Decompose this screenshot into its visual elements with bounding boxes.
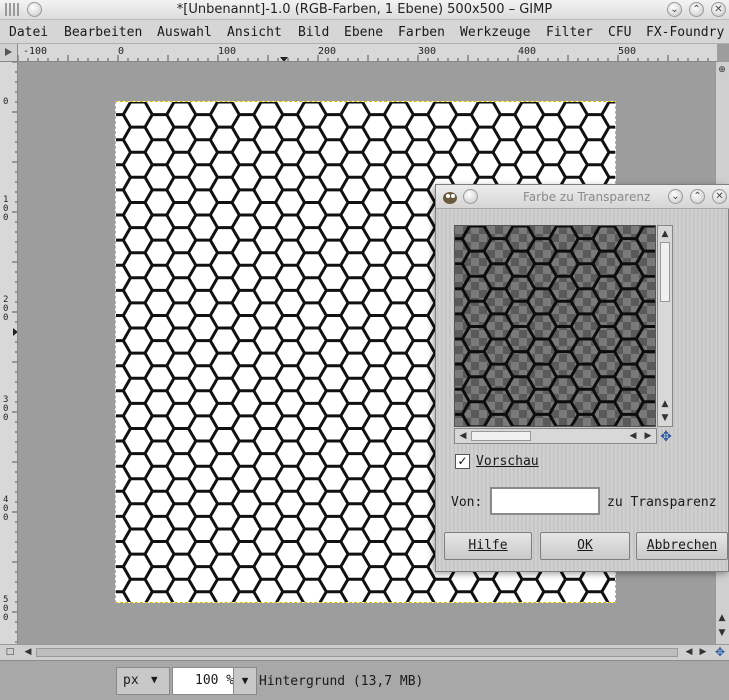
navigate-icon[interactable]: ⊕ bbox=[716, 64, 728, 76]
preview-horizontal-scrollbar[interactable]: ◀ ◀ ▶ bbox=[454, 428, 657, 444]
horizontal-ruler[interactable]: -100 0 100 200 300 400 500 bbox=[18, 44, 717, 62]
scroll-left-arrow-icon[interactable]: ◀ bbox=[683, 646, 695, 658]
menu-ebene[interactable]: Ebene bbox=[344, 25, 383, 40]
vertical-ruler-ticks: 0100200300400500 bbox=[3, 62, 17, 643]
hruler-label: 500 bbox=[618, 46, 636, 57]
menu-bild[interactable]: Bild bbox=[298, 25, 329, 40]
scroll-left-arrow-icon[interactable]: ◀ bbox=[627, 430, 639, 442]
menu-cfu[interactable]: CFU bbox=[608, 25, 631, 40]
menubar: Datei Bearbeiten Auswahl Ansicht Bild Eb… bbox=[0, 20, 729, 44]
hruler-label: 300 bbox=[418, 46, 436, 57]
zoom-select[interactable]: 100 % ▼ bbox=[172, 667, 257, 695]
to-transparency-label: zu Transparenz bbox=[607, 495, 717, 510]
scroll-right-arrow-icon[interactable]: ▶ bbox=[642, 430, 654, 442]
unit-value: px bbox=[123, 673, 139, 688]
preview-area[interactable] bbox=[454, 225, 656, 427]
preview-checkbox[interactable]: ✓ bbox=[455, 454, 470, 469]
scroll-up-arrow-icon[interactable]: ▲ bbox=[716, 612, 728, 624]
dialog-close-icon[interactable]: ✕ bbox=[712, 189, 727, 204]
minimize-chevron-down-icon[interactable]: ⌄ bbox=[667, 2, 682, 17]
quick-mask-icon[interactable]: □ bbox=[4, 646, 16, 658]
scroll-down-arrow-icon[interactable]: ▼ bbox=[716, 627, 728, 639]
hruler-label: 200 bbox=[318, 46, 336, 57]
window-titlebar: *[Unbenannt]-1.0 (RGB-Farben, 1 Ebene) 5… bbox=[0, 0, 729, 20]
cancel-button[interactable]: Abbrechen bbox=[636, 532, 728, 560]
preview-label: Vorschau bbox=[476, 454, 539, 469]
unit-select[interactable]: px ▼ bbox=[116, 667, 170, 695]
scroll-thumb[interactable] bbox=[36, 648, 678, 657]
horizontal-scrollbar[interactable]: □ ◀ ◀ ▶ ✥ bbox=[0, 644, 729, 660]
menu-ansicht[interactable]: Ansicht bbox=[227, 25, 282, 40]
hruler-label: 400 bbox=[518, 46, 536, 57]
gimp-wilber-icon bbox=[443, 192, 457, 204]
zoom-value: 100 % bbox=[195, 673, 235, 688]
statusbar: px ▼ 100 % ▼ Hintergrund (13,7 MB) bbox=[0, 660, 729, 700]
vruler-label-digit: 0 bbox=[3, 97, 8, 107]
hruler-label: 0 bbox=[118, 46, 124, 57]
dialog-sticky-icon[interactable] bbox=[463, 189, 478, 204]
menu-filter[interactable]: Filter bbox=[546, 25, 593, 40]
scroll-left-arrow-icon[interactable]: ◀ bbox=[457, 430, 469, 442]
menu-farben[interactable]: Farben bbox=[398, 25, 445, 40]
scroll-up-arrow-icon[interactable]: ▲ bbox=[659, 398, 671, 410]
hruler-label: -100 bbox=[23, 46, 47, 57]
ok-button[interactable]: OK bbox=[540, 532, 630, 560]
vruler-label-digit: 0 bbox=[3, 413, 8, 423]
preview-vertical-scrollbar[interactable]: ▲ ▲ ▼ bbox=[657, 225, 673, 427]
pointer-marker-icon bbox=[13, 328, 17, 336]
move-cross-icon[interactable]: ✥ bbox=[658, 429, 674, 445]
scroll-down-arrow-icon[interactable]: ▼ bbox=[659, 412, 671, 424]
scroll-right-arrow-icon[interactable]: ▶ bbox=[697, 646, 709, 658]
chevron-down-icon: ▼ bbox=[233, 668, 256, 694]
scroll-thumb[interactable] bbox=[660, 242, 670, 302]
navigate-move-icon[interactable]: ✥ bbox=[714, 646, 726, 658]
dialog-minimize-chevron-down-icon[interactable]: ⌄ bbox=[668, 189, 683, 204]
hexagon-grid bbox=[455, 226, 655, 426]
menu-bearbeiten[interactable]: Bearbeiten bbox=[64, 25, 142, 40]
menu-datei[interactable]: Datei bbox=[9, 25, 48, 40]
dialog-title: Farbe zu Transparenz bbox=[523, 190, 651, 204]
menu-fx-foundry[interactable]: FX-Foundry bbox=[646, 25, 724, 40]
scroll-thumb[interactable] bbox=[471, 431, 531, 441]
scroll-up-arrow-icon[interactable]: ▲ bbox=[659, 228, 671, 240]
vruler-label-digit: 0 bbox=[3, 613, 8, 623]
vruler-label-digit: 0 bbox=[3, 213, 8, 223]
window-title: *[Unbenannt]-1.0 (RGB-Farben, 1 Ebene) 5… bbox=[176, 2, 553, 17]
pointer-marker-icon bbox=[280, 57, 288, 61]
menu-werkzeuge[interactable]: Werkzeuge bbox=[460, 25, 530, 40]
vruler-label-digit: 0 bbox=[3, 513, 8, 523]
help-button[interactable]: Hilfe bbox=[444, 532, 532, 560]
preview-honeycomb bbox=[455, 226, 655, 426]
hruler-label: 100 bbox=[218, 46, 236, 57]
scroll-left-arrow-icon[interactable]: ◀ bbox=[22, 646, 34, 658]
menu-auswahl[interactable]: Auswahl bbox=[157, 25, 212, 40]
chevron-down-icon: ▼ bbox=[151, 673, 158, 686]
menu-arrow-icon bbox=[5, 48, 12, 56]
layer-info: Hintergrund (13,7 MB) bbox=[259, 674, 424, 689]
from-label: Von: bbox=[451, 495, 483, 510]
vertical-ruler[interactable]: 0100200300400500 bbox=[0, 62, 18, 644]
dialog-maximize-chevron-up-icon[interactable]: ⌃ bbox=[690, 189, 705, 204]
maximize-chevron-up-icon[interactable]: ⌃ bbox=[689, 2, 704, 17]
color-to-alpha-dialog: Farbe zu Transparenz ⌄ ⌃ ✕ ▲ ▲ ▼ ◀ ◀ ▶ ✥… bbox=[435, 184, 729, 572]
vruler-label-digit: 0 bbox=[3, 313, 8, 323]
from-color-button[interactable] bbox=[490, 487, 600, 515]
quick-mask-toggle[interactable] bbox=[0, 44, 18, 62]
close-icon[interactable]: ✕ bbox=[711, 2, 726, 17]
dialog-titlebar: Farbe zu Transparenz ⌄ ⌃ ✕ bbox=[436, 185, 729, 209]
horizontal-ruler-ticks: -100 0 100 200 300 400 500 bbox=[18, 46, 709, 61]
